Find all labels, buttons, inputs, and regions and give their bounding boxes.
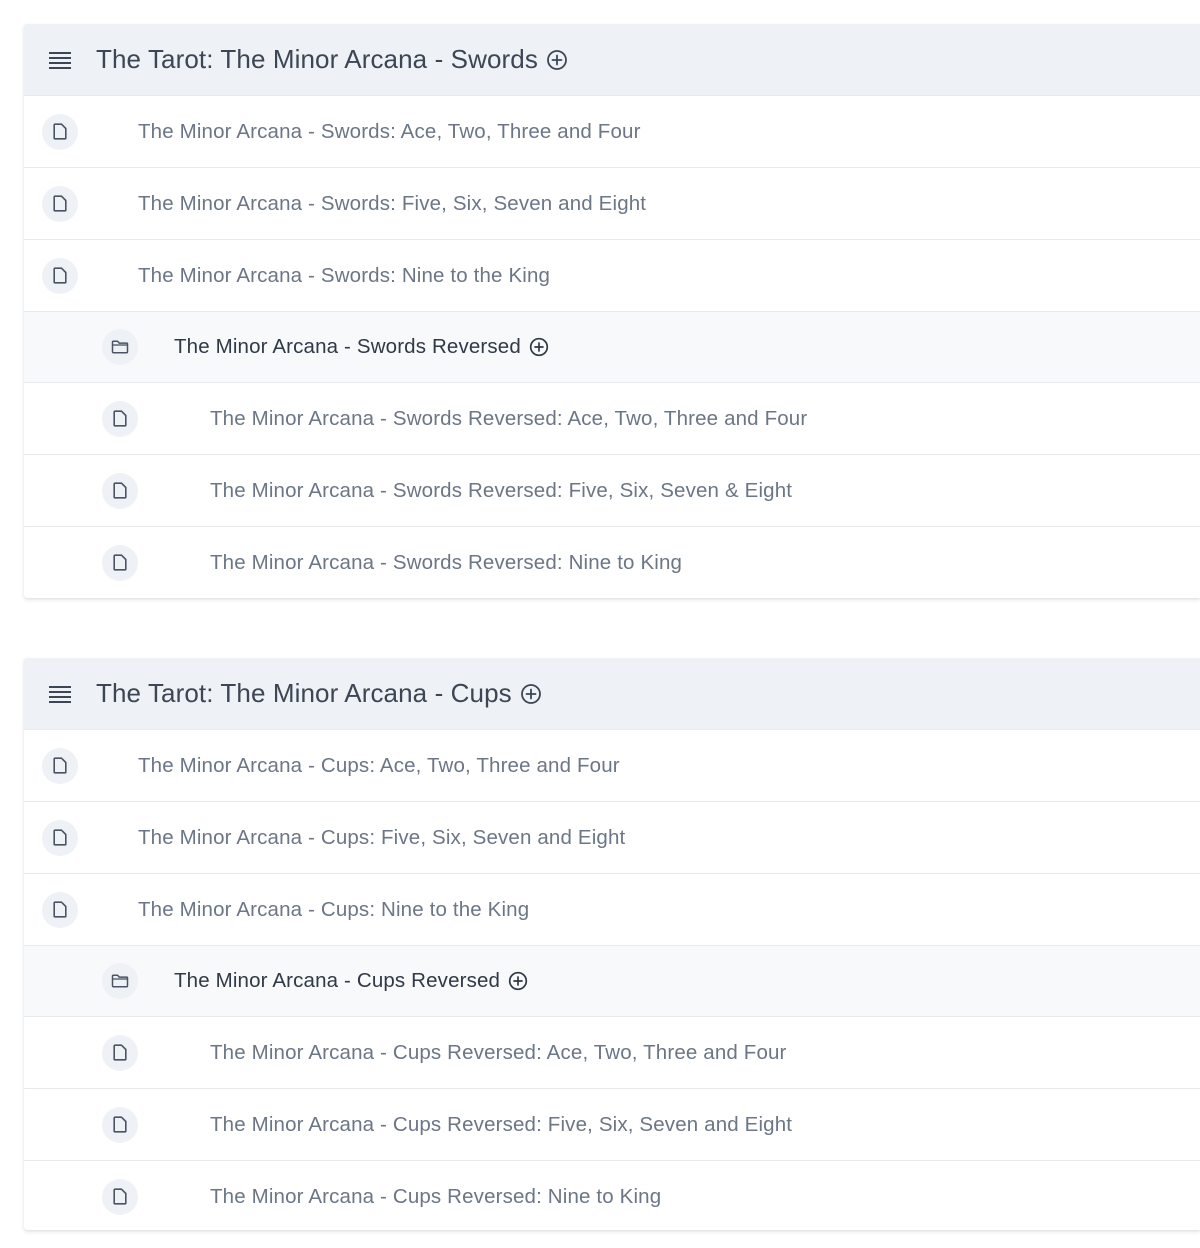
subfolder-title[interactable]: The Minor Arcana - Cups Reversed [174, 969, 500, 993]
subfolder-label: The Minor Arcana - Swords Reversed [174, 335, 549, 359]
document-icon [42, 185, 78, 222]
folder-icon [102, 329, 138, 365]
folder-icon [102, 963, 138, 999]
lesson-title[interactable]: The Minor Arcana - Cups: Nine to the Kin… [138, 898, 529, 922]
lesson-title[interactable]: The Minor Arcana - Swords Reversed: Ace,… [210, 407, 807, 431]
document-icon [42, 891, 78, 928]
lesson-title[interactable]: The Minor Arcana - Cups Reversed: Nine t… [210, 1185, 661, 1209]
lesson-title[interactable]: The Minor Arcana - Swords: Five, Six, Se… [138, 192, 646, 216]
lesson-row[interactable]: The Minor Arcana - Swords: Five, Six, Se… [24, 167, 1200, 239]
lesson-title[interactable]: The Minor Arcana - Swords Reversed: Nine… [210, 551, 682, 575]
section-header: The Tarot: The Minor Arcana - Swords [24, 24, 1200, 95]
document-icon [102, 1178, 138, 1215]
plus-circle-icon[interactable] [546, 49, 568, 71]
document-icon [102, 472, 138, 509]
lesson-row[interactable]: The Minor Arcana - Swords Reversed: Five… [24, 454, 1200, 526]
lesson-title[interactable]: The Minor Arcana - Swords: Ace, Two, Thr… [138, 120, 641, 144]
document-icon [42, 747, 78, 784]
document-icon [102, 544, 138, 581]
plus-circle-icon[interactable] [520, 683, 542, 705]
subfolder-row[interactable]: The Minor Arcana - Cups Reversed [24, 945, 1200, 1016]
lesson-row[interactable]: The Minor Arcana - Swords: Nine to the K… [24, 239, 1200, 311]
course-outline-page: The Tarot: The Minor Arcana - Swords The… [0, 0, 1200, 1248]
lesson-row[interactable]: The Minor Arcana - Swords: Ace, Two, Thr… [24, 95, 1200, 167]
list-icon [48, 48, 72, 72]
lesson-title[interactable]: The Minor Arcana - Cups Reversed: Ace, T… [210, 1041, 787, 1065]
list-icon [48, 682, 72, 706]
subfolder-label: The Minor Arcana - Cups Reversed [174, 969, 528, 993]
lesson-row[interactable]: The Minor Arcana - Cups Reversed: Five, … [24, 1088, 1200, 1160]
plus-circle-icon[interactable] [529, 337, 549, 357]
document-icon [42, 113, 78, 150]
lesson-row[interactable]: The Minor Arcana - Cups: Five, Six, Seve… [24, 801, 1200, 873]
lesson-row[interactable]: The Minor Arcana - Swords Reversed: Nine… [24, 526, 1200, 598]
document-icon [102, 1106, 138, 1143]
document-icon [102, 1034, 138, 1071]
section-title: The Tarot: The Minor Arcana - Cups [96, 678, 512, 708]
lesson-row[interactable]: The Minor Arcana - Swords Reversed: Ace,… [24, 382, 1200, 454]
lesson-title[interactable]: The Minor Arcana - Cups: Ace, Two, Three… [138, 754, 620, 778]
section-header: The Tarot: The Minor Arcana - Cups [24, 658, 1200, 729]
document-icon [42, 819, 78, 856]
lesson-row[interactable]: The Minor Arcana - Cups Reversed: Ace, T… [24, 1016, 1200, 1088]
document-icon [42, 257, 78, 294]
lesson-title[interactable]: The Minor Arcana - Cups: Five, Six, Seve… [138, 826, 625, 850]
section-title: The Tarot: The Minor Arcana - Swords [96, 44, 538, 74]
lesson-title[interactable]: The Minor Arcana - Swords Reversed: Five… [210, 479, 792, 503]
plus-circle-icon[interactable] [508, 971, 528, 991]
subfolder-row[interactable]: The Minor Arcana - Swords Reversed [24, 311, 1200, 382]
lesson-title[interactable]: The Minor Arcana - Swords: Nine to the K… [138, 264, 550, 288]
subfolder-title[interactable]: The Minor Arcana - Swords Reversed [174, 335, 521, 359]
section-swords: The Tarot: The Minor Arcana - Swords The… [24, 24, 1200, 598]
lesson-row[interactable]: The Minor Arcana - Cups: Nine to the Kin… [24, 873, 1200, 945]
lesson-title[interactable]: The Minor Arcana - Cups Reversed: Five, … [210, 1113, 792, 1137]
document-icon [102, 400, 138, 437]
lesson-row[interactable]: The Minor Arcana - Cups Reversed: Nine t… [24, 1160, 1200, 1232]
lesson-row[interactable]: The Minor Arcana - Cups: Ace, Two, Three… [24, 729, 1200, 801]
section-cups: The Tarot: The Minor Arcana - Cups The M… [24, 658, 1200, 1230]
